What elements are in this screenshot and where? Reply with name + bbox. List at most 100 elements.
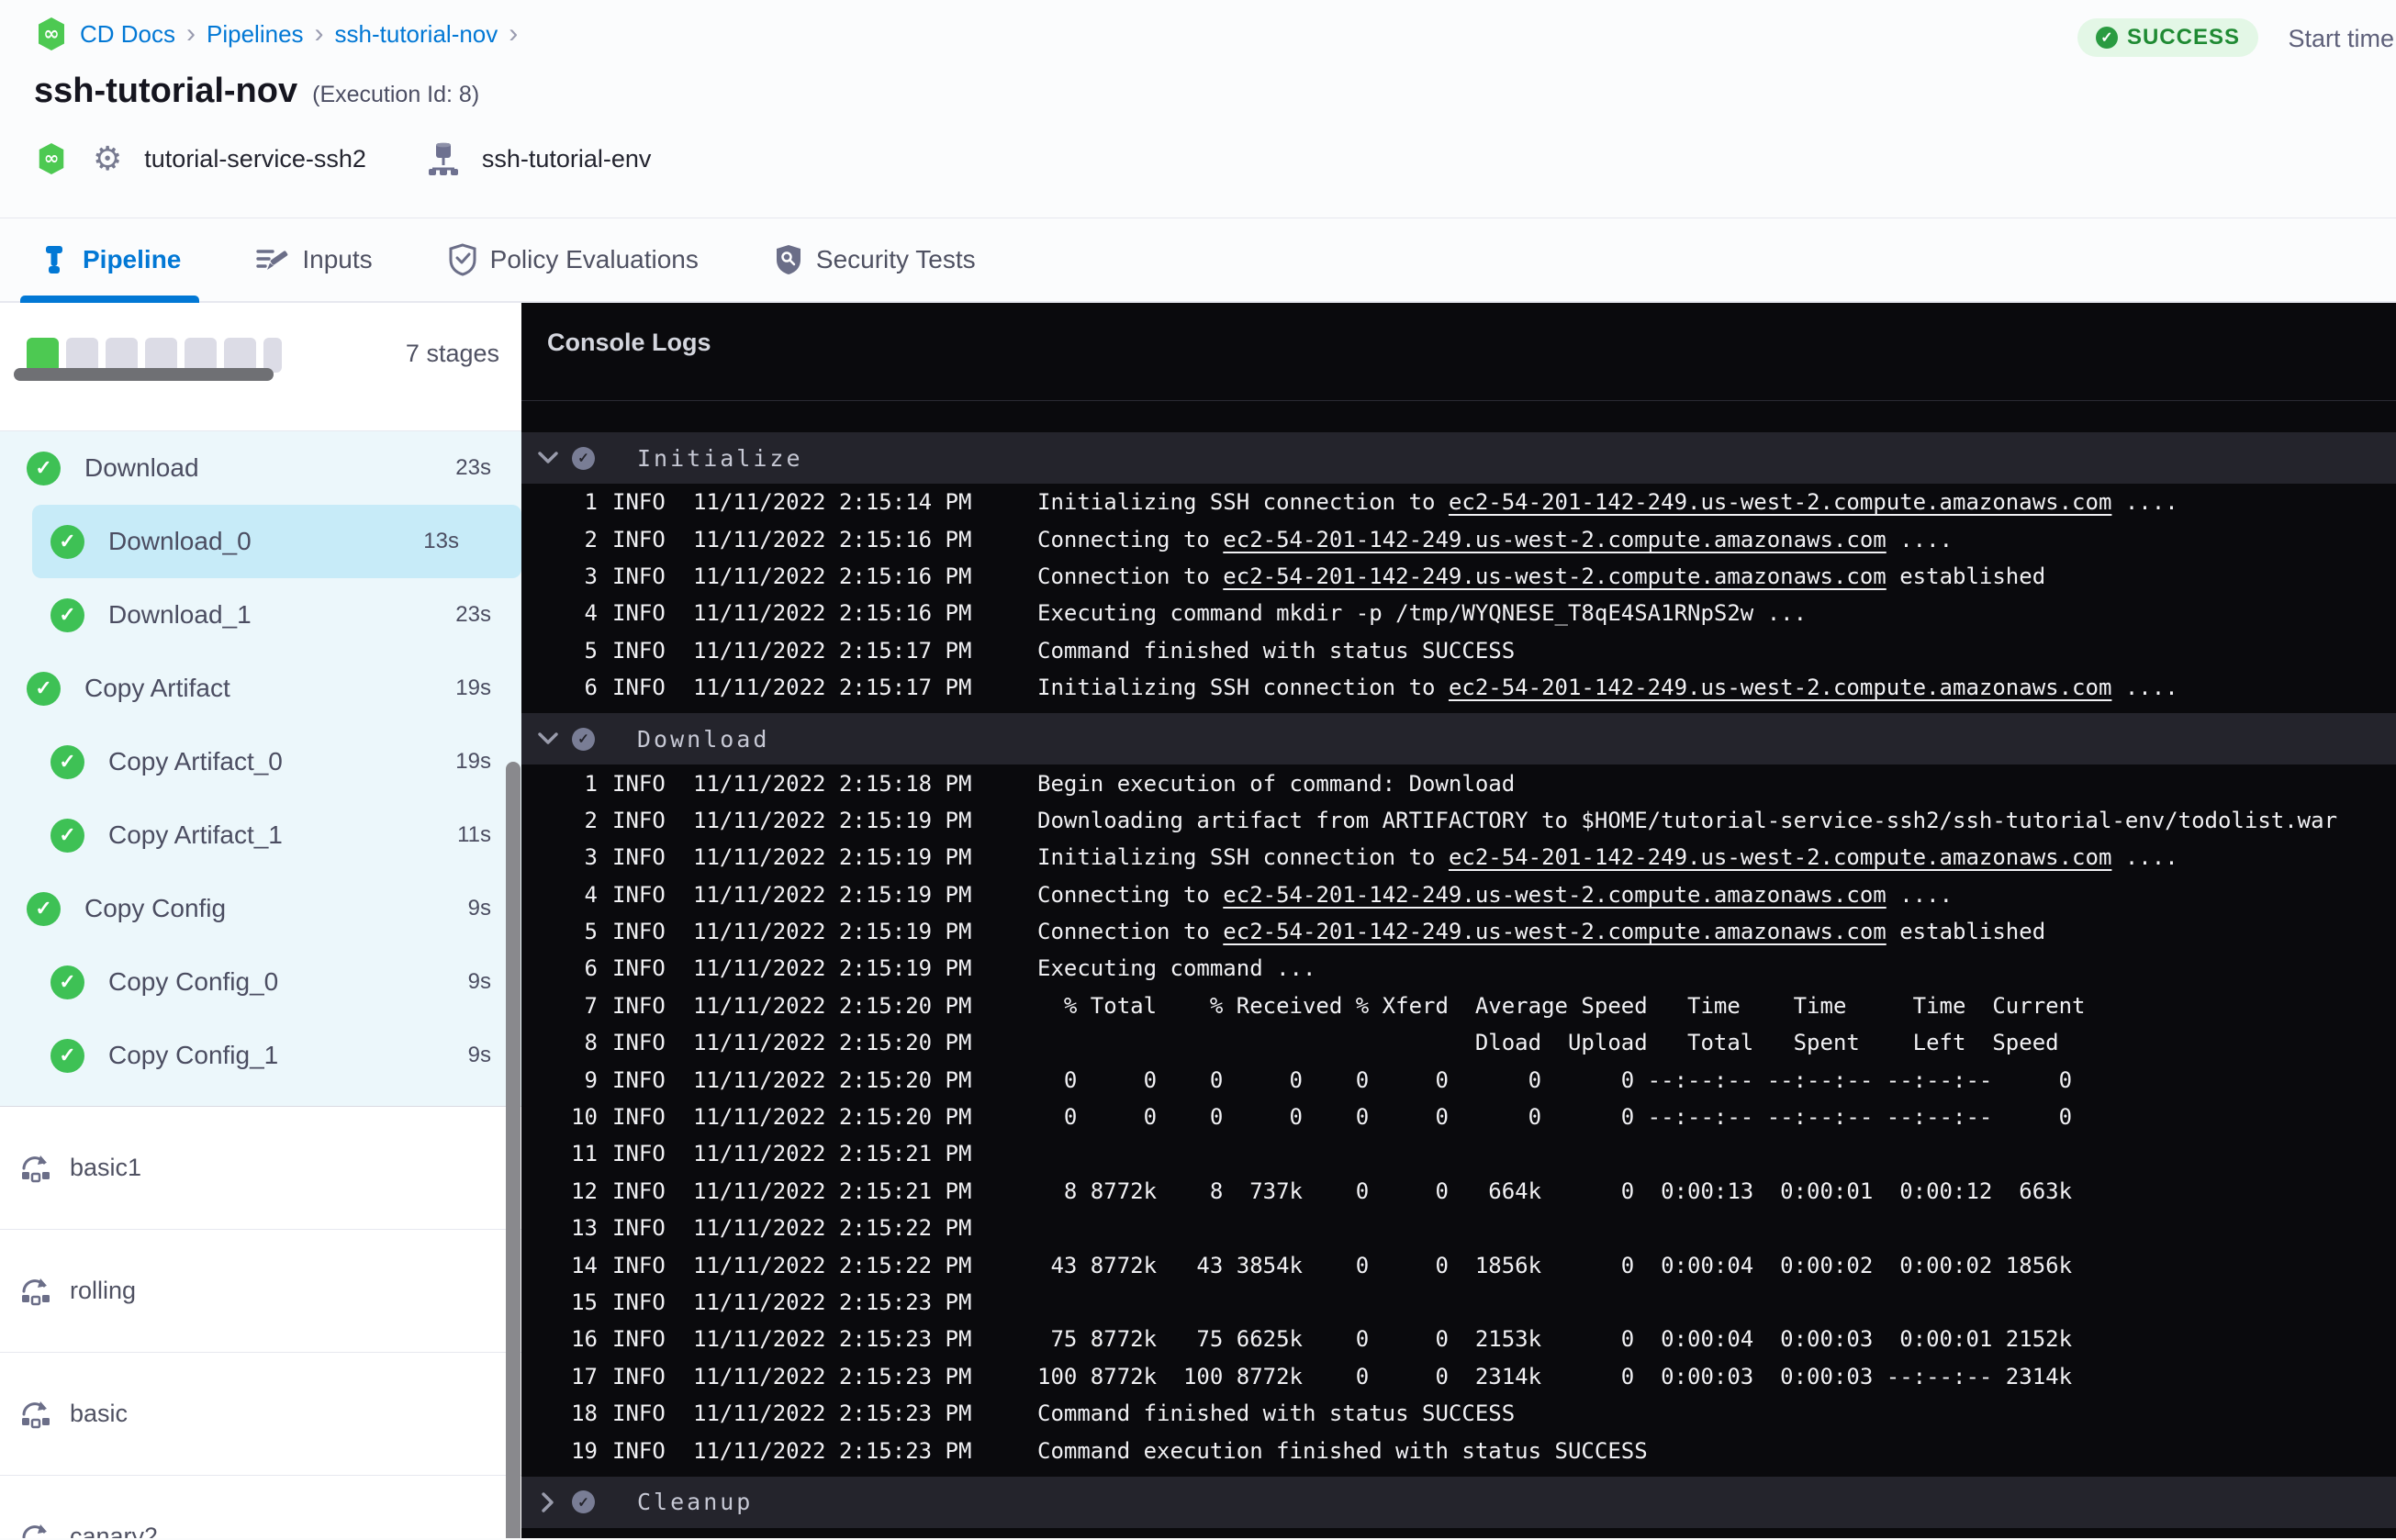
log-line-number: 10 (571, 1104, 598, 1131)
svg-text:∞: ∞ (44, 148, 60, 169)
log-line-number: 1 (584, 489, 598, 516)
pipeline-row-basic[interactable]: basic (0, 1353, 521, 1476)
log-level: INFO (612, 770, 666, 797)
log-line-number: 14 (571, 1252, 598, 1278)
log-level: INFO (612, 807, 666, 833)
sidebar-scrollbar-thumb[interactable] (506, 762, 521, 1538)
tab-policy-evaluations[interactable]: Policy Evaluations (430, 218, 717, 301)
log-message: Downloading artifact from ARTIFACTORY to… (1037, 807, 2338, 833)
log-timestamp: 11/11/2022 2:15:22 PM (693, 1252, 972, 1278)
log-section-header-initialize[interactable]: ✓ Initialize (521, 432, 2396, 484)
tab-inputs[interactable]: Inputs (238, 218, 390, 301)
log-timestamp: 11/11/2022 2:15:17 PM (693, 637, 972, 664)
tab-pipeline[interactable]: Pipeline (20, 218, 200, 303)
rollback-icon (18, 1398, 53, 1431)
log-line-number: 6 (584, 955, 598, 982)
log-timestamp: 11/11/2022 2:15:20 PM (693, 1104, 972, 1131)
log-level: INFO (612, 1030, 666, 1056)
log-timestamp: 11/11/2022 2:15:21 PM (693, 1141, 972, 1167)
log-timestamp: 11/11/2022 2:15:14 PM (693, 489, 972, 516)
console-header: Console Logs (521, 303, 2396, 401)
service-gear-icon: ⚙ (93, 139, 123, 177)
stage-row-download_1[interactable]: ✓ Download_1 23s (0, 578, 521, 652)
chevron-right-icon[interactable] (536, 1492, 560, 1512)
log-line-number: 3 (584, 563, 598, 589)
pipeline-row-rolling[interactable]: rolling (0, 1230, 521, 1353)
pipeline-row-basic1[interactable]: basic1 (0, 1107, 521, 1230)
stage-row-copy-config[interactable]: ✓ Copy Config 9s (0, 872, 521, 945)
start-time-column-label: Start time (2288, 25, 2394, 52)
pipeline-list: basic1 rolling basic canary2 (0, 1106, 521, 1538)
stage-row-copy-config_1[interactable]: ✓ Copy Config_1 9s (0, 1019, 521, 1092)
stage-row-copy-artifact[interactable]: ✓ Copy Artifact 19s (0, 652, 521, 725)
log-line: 6 INFO 11/11/2022 2:15:17 PM Initializing S… (521, 669, 2396, 706)
log-host-link[interactable]: ec2-54-201-142-249.us-west-2.compute.ama… (1449, 844, 2111, 870)
log-message: Initializing SSH connection to ec2-54-20… (1037, 489, 2178, 516)
rollback-icon (18, 1275, 53, 1308)
stage-row-download[interactable]: ✓ Download 23s (0, 431, 521, 505)
log-message: 100 8772k 100 8772k 0 0 2314k 0 0:00:03 … (1037, 1363, 2073, 1389)
log-level: INFO (612, 563, 666, 589)
log-line: 14 INFO 11/11/2022 2:15:22 PM 43 8772k 43 … (521, 1246, 2396, 1283)
stage-row-download_0[interactable]: ✓ Download_0 13s (32, 505, 521, 578)
execution-id-label: (Execution Id: 8) (312, 82, 480, 107)
tab-bar: Pipeline Inputs Policy Evaluations Security… (0, 218, 2396, 303)
stage-success-icon: ✓ (50, 744, 84, 779)
stage-row-copy-config_0[interactable]: ✓ Copy Config_0 9s (0, 945, 521, 1019)
log-section-header-cleanup[interactable]: ✓ Cleanup (521, 1476, 2396, 1528)
log-level: INFO (612, 919, 666, 945)
stage-progress-header: 7 stages (0, 303, 521, 431)
breadcrumb-link-pipelines[interactable]: Pipelines (207, 20, 304, 49)
chevron-right-icon: › (186, 18, 196, 49)
log-timestamp: 11/11/2022 2:15:20 PM (693, 1030, 972, 1056)
log-message: Executing command ... (1037, 955, 1316, 982)
log-timestamp: 11/11/2022 2:15:16 PM (693, 600, 972, 627)
log-host-link[interactable]: ec2-54-201-142-249.us-west-2.compute.ama… (1449, 489, 2111, 515)
log-message: Initializing SSH connection to ec2-54-20… (1037, 675, 2178, 701)
log-timestamp: 11/11/2022 2:15:23 PM (693, 1437, 972, 1464)
chevron-down-icon[interactable] (536, 452, 560, 464)
stage-duration: 9s (467, 969, 491, 994)
log-level: INFO (612, 1437, 666, 1464)
stage-name: Download_0 (108, 527, 252, 555)
stage-success-icon: ✓ (27, 451, 61, 485)
log-host-link[interactable]: ec2-54-201-142-249.us-west-2.compute.ama… (1449, 675, 2111, 700)
pipeline-row-canary2[interactable]: canary2 (0, 1476, 521, 1538)
rollback-icon (18, 1521, 53, 1538)
tab-security-tests[interactable]: Security Tests (756, 218, 994, 301)
breadcrumb-link-cd-docs[interactable]: CD Docs (80, 20, 175, 49)
log-host-link[interactable]: ec2-54-201-142-249.us-west-2.compute.ama… (1223, 919, 1886, 944)
stage-name: Copy Artifact (84, 674, 230, 702)
log-line-number: 16 (571, 1326, 598, 1353)
log-line: 11 INFO 11/11/2022 2:15:21 PM (521, 1135, 2396, 1172)
pipeline-icon (39, 244, 70, 275)
stage-name: Copy Artifact_1 (108, 820, 283, 849)
breadcrumb-link-pipeline-name[interactable]: ssh-tutorial-nov (335, 20, 498, 49)
stage-duration: 23s (455, 455, 491, 480)
log-level: INFO (612, 637, 666, 664)
log-host-link[interactable]: ec2-54-201-142-249.us-west-2.compute.ama… (1223, 564, 1886, 589)
stage-row-copy-artifact_1[interactable]: ✓ Copy Artifact_1 11s (0, 798, 521, 872)
chevron-down-icon[interactable] (536, 732, 560, 745)
pipeline-name: canary2 (70, 1523, 159, 1538)
stage-name: Copy Config_1 (108, 1041, 279, 1069)
stage-success-icon: ✓ (50, 1038, 84, 1073)
page-title: ssh-tutorial-nov (34, 72, 298, 110)
log-level: INFO (612, 675, 666, 701)
stage-row-copy-artifact_0[interactable]: ✓ Copy Artifact_0 19s (0, 725, 521, 798)
stage-name: Copy Artifact_0 (108, 747, 283, 776)
stage-duration: 9s (467, 1043, 491, 1067)
log-line: 8 INFO 11/11/2022 2:15:20 PM Dload Upload … (521, 1024, 2396, 1061)
log-line: 3 INFO 11/11/2022 2:15:19 PM Initializing S… (521, 839, 2396, 876)
service-name: tutorial-service-ssh2 (144, 144, 366, 173)
log-section-header-download[interactable]: ✓ Download (521, 713, 2396, 765)
stage-blocks-scrollbar[interactable] (14, 368, 274, 381)
stage-duration: 19s (455, 749, 491, 774)
log-level: INFO (612, 489, 666, 516)
log-host-link[interactable]: ec2-54-201-142-249.us-west-2.compute.ama… (1223, 882, 1886, 908)
log-host-link[interactable]: ec2-54-201-142-249.us-west-2.compute.ama… (1223, 527, 1886, 552)
log-timestamp: 11/11/2022 2:15:23 PM (693, 1326, 972, 1353)
section-name: Cleanup (637, 1489, 754, 1516)
log-message: Connection to ec2-54-201-142-249.us-west… (1037, 563, 2046, 589)
status-badge: ✓ SUCCESS (2077, 18, 2258, 57)
